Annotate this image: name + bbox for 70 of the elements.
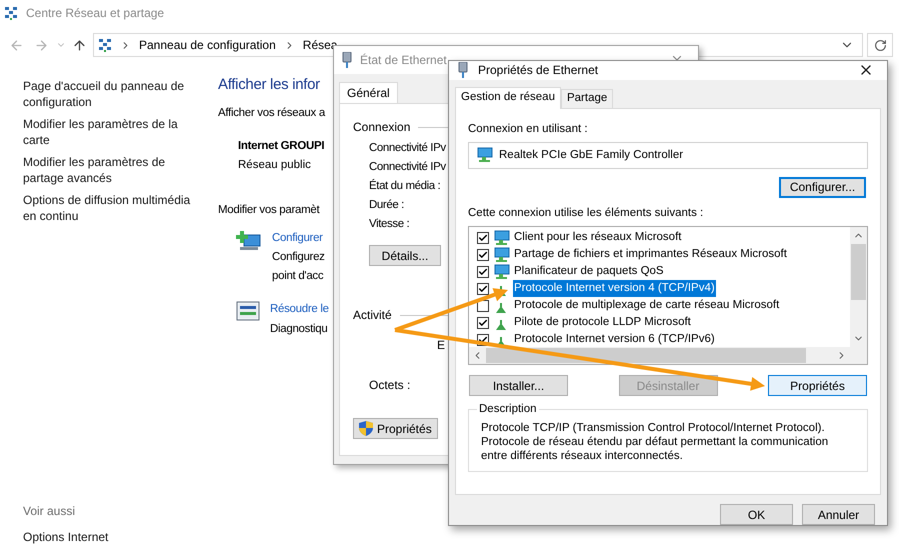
troubleshoot-icon [236, 301, 260, 324]
field-label: État du média : [369, 179, 440, 193]
network-type: Réseau public [238, 158, 311, 173]
field-label: Durée : [369, 198, 404, 212]
column-header: E [437, 337, 446, 354]
checkbox[interactable] [477, 266, 489, 278]
action-button[interactable]: Installer... [469, 375, 568, 396]
network-icon [98, 38, 112, 52]
group-label: Connexion [353, 119, 410, 136]
task-description: Configurez [272, 250, 325, 265]
field-label: Connectivité IPv [369, 160, 446, 174]
section-label: Connexion en utilisant : [468, 122, 588, 136]
details-button[interactable]: Détails... [369, 245, 441, 266]
component-item[interactable]: Protocole de multiplexage de carte réseau Microsoft [513, 296, 780, 314]
computer-icon [492, 230, 510, 246]
refresh-button[interactable] [867, 33, 893, 57]
vertical-scrollbar[interactable] [850, 227, 867, 347]
app-icon [4, 6, 18, 20]
sidebar-link[interactable]: Options Internet [23, 528, 192, 546]
row-label: Octets : [369, 377, 410, 394]
computer-icon [492, 264, 510, 280]
task-description: point d'acc [272, 269, 324, 284]
checkbox[interactable] [477, 232, 489, 244]
task-link[interactable]: Configurer [272, 230, 323, 247]
description-text: Protocole TCP/IP (Transmission Control Protocol/Internet Protocol). Protocole de réseau étendu par défaut permettant la communication entre différents réseaux interconnectés. [481, 421, 830, 463]
window-title: Centre Réseau et partage [26, 5, 164, 22]
window-title: Propriétés de Ethernet [478, 62, 598, 80]
ethernet-plug-icon [458, 62, 468, 78]
breadcrumb-item[interactable]: Panneau de configuration [139, 36, 276, 54]
action-button[interactable]: Propriétés [768, 375, 867, 396]
sidebar-link[interactable]: Options de diffusion multimédia en continu [23, 192, 192, 224]
computer-icon [492, 246, 510, 262]
ethernet-plug-icon [342, 52, 352, 68]
group-label: Description [477, 402, 539, 416]
checkbox[interactable] [477, 316, 489, 328]
sidebar-link[interactable]: Page d'accueil du panneau de configuration [23, 78, 192, 110]
checkbox[interactable] [477, 282, 489, 294]
field-label: Vitesse : [369, 217, 410, 231]
task-link[interactable]: Résoudre le [270, 301, 329, 318]
component-item[interactable]: Planificateur de paquets QoS [513, 262, 665, 280]
horizontal-scrollbar[interactable] [469, 347, 867, 364]
configure-button[interactable]: Configurer... [779, 176, 866, 198]
component-item[interactable]: Partage de fichiers et imprimantes Réseaux Microsoft [513, 246, 788, 264]
tab[interactable]: Partage [560, 88, 614, 108]
component-item[interactable]: Protocole Internet version 6 (TCP/IPv6) [513, 330, 716, 347]
component-item[interactable]: Protocole Internet version 4 (TCP/IPv4) [513, 280, 716, 298]
section-label: Cette connexion utilise les éléments suivants : [468, 206, 704, 221]
task-description: Diagnostiqu [270, 322, 328, 336]
section-heading: Modifier vos paramèt [218, 203, 320, 218]
adapter-name: Realtek PCIe GbE Family Controller [499, 148, 684, 163]
component-item[interactable]: Pilote de protocole LLDP Microsoft [513, 314, 692, 332]
tab[interactable]: Gestion de réseau [455, 86, 561, 108]
network-name: Internet GROUPI [238, 138, 324, 154]
see-also-heading: Voir aussi [23, 503, 76, 520]
page-subheading: Afficher vos réseaux a [218, 106, 325, 120]
sidebar-link[interactable]: Modifier les paramètres de la carte [23, 116, 192, 148]
group-label: Activité [353, 307, 392, 324]
shield-icon [359, 421, 373, 436]
ok-button[interactable]: OK [720, 504, 793, 525]
up-icon[interactable] [72, 38, 87, 52]
sidebar-link[interactable]: Modifier les paramètres de partage avancés [23, 154, 192, 186]
properties-button[interactable]: Propriétés [353, 418, 438, 439]
page-heading: Afficher les infor [218, 75, 320, 95]
refresh-icon [874, 38, 886, 52]
checkbox[interactable] [477, 248, 489, 260]
field-label: Connectivité IPv [369, 141, 446, 155]
tab[interactable]: Général [339, 82, 398, 103]
component-item[interactable]: Client pour les réseaux Microsoft [513, 228, 682, 246]
computer-icon [475, 147, 493, 164]
cancel-button[interactable]: Annuler [802, 504, 875, 525]
